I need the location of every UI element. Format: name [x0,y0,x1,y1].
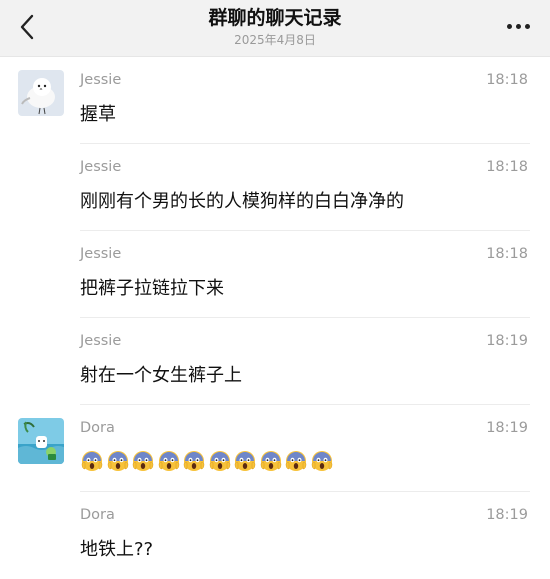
title-block: 群聊的聊天记录 2025年4月8日 [0,6,550,48]
message-time: 18:18 [486,159,528,175]
sender-name: Jessie [80,159,122,175]
scream-face-icon [81,451,103,471]
message-time: 18:19 [486,333,528,349]
message-item: Dora 18:19 地铁上?? [0,492,550,579]
message-text: 地铁上?? [80,539,154,560]
message-item: Jessie 18:18 把裤子拉链拉下来 [0,231,550,318]
message-time: 18:19 [486,507,528,523]
beach-avatar-icon [18,418,64,464]
sender-name: Jessie [80,72,122,88]
message-text: 刚刚有个男的长的人模狗样的白白净净的 [80,191,404,212]
message-text: 握草 [80,104,116,125]
message-time: 18:18 [486,72,528,88]
message-item: Dora 18:19 [0,405,550,492]
message-text: 把裤子拉链拉下来 [80,278,224,299]
message-item: Jessie 18:18 握草 [0,57,550,144]
page-title: 群聊的聊天记录 [208,7,342,29]
emoji-row [80,449,334,473]
message-time: 18:18 [486,246,528,262]
sender-name: Dora [80,420,115,436]
chat-date: 2025年4月8日 [234,33,316,47]
message-text: 射在一个女生裤子上 [80,365,242,386]
sender-name: Jessie [80,246,122,262]
message-time: 18:19 [486,420,528,436]
sender-name: Dora [80,507,115,523]
avatar[interactable] [18,418,64,464]
scream-face-icon [234,451,256,471]
ellipsis-icon[interactable] [507,24,530,29]
scream-face-icon [183,451,205,471]
message-item: Jessie 18:18 刚刚有个男的长的人模狗样的白白净净的 [0,144,550,231]
scream-face-icon [107,451,128,471]
bird-avatar-icon [18,70,64,116]
message-item: Jessie 18:19 射在一个女生裤子上 [0,318,550,405]
scream-face-icon [311,451,332,471]
avatar[interactable] [18,70,64,116]
scream-face-icon [260,451,281,471]
sender-name: Jessie [80,333,122,349]
scream-face-icon [158,451,179,471]
chat-header: 群聊的聊天记录 2025年4月8日 [0,0,550,57]
scream-face-icon [209,451,230,471]
scream-face-icon [132,451,154,471]
scream-face-icon [285,451,307,471]
